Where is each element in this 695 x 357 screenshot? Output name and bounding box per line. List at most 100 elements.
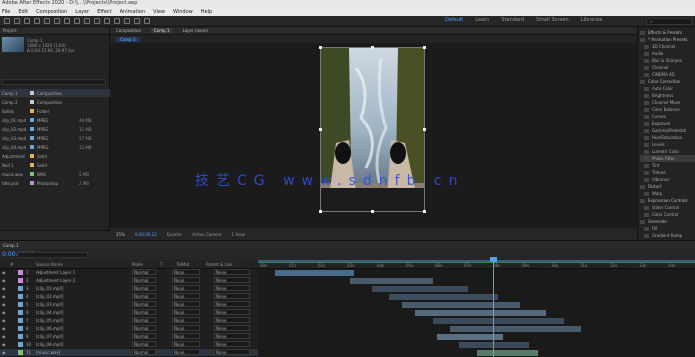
effect-category[interactable]: Color Correction	[640, 78, 695, 85]
effect-category[interactable]: Effects & Presets	[640, 29, 695, 36]
column-header[interactable]: Parent & Link	[206, 262, 233, 267]
layer-duration-bar[interactable]	[402, 302, 520, 308]
label-color-chip[interactable]	[18, 342, 23, 347]
label-color-chip[interactable]	[30, 109, 34, 113]
project-item[interactable]: Comp 2 Composition	[0, 98, 110, 106]
track-matte-dropdown[interactable]: None	[172, 333, 200, 339]
effect-item[interactable]: Curves	[640, 113, 695, 120]
pen-tool-icon[interactable]	[84, 18, 90, 24]
effect-item[interactable]: Levels	[640, 141, 695, 148]
magnification-dropdown[interactable]: 25%	[116, 232, 125, 237]
layer-row[interactable]: ◉ 6 [clip_04.mp4] Normal None None	[0, 309, 258, 317]
comp-breadcrumb-item[interactable]: Comp 1	[116, 36, 140, 42]
effect-item[interactable]: CINEMA 4D	[640, 71, 695, 78]
label-color-chip[interactable]	[30, 91, 34, 95]
parent-link-dropdown[interactable]: None	[214, 349, 250, 355]
workspace-libraries[interactable]: Libraries	[581, 17, 603, 23]
project-item[interactable]: Comp 1 Composition	[0, 89, 110, 97]
menu-item-file[interactable]: File	[2, 9, 10, 15]
label-color-chip[interactable]	[30, 172, 34, 176]
layer-row[interactable]: ◉ 8 [clip_06.mp4] Normal None None	[0, 325, 258, 333]
layer-row[interactable]: ◉ 2 Adjustment Layer 2 Normal None None	[0, 277, 258, 285]
effect-item[interactable]: Channel Mixer	[640, 99, 695, 106]
shape-tool-icon[interactable]	[74, 18, 80, 24]
transform-handle[interactable]	[319, 128, 322, 131]
layer-name[interactable]: [clip_05.mp4]	[36, 318, 126, 323]
project-item[interactable]: Adjustment Solid	[0, 152, 110, 160]
effect-item[interactable]: Blur & Sharpen	[640, 57, 695, 64]
layer-duration-bar[interactable]	[433, 318, 564, 324]
layer-duration-bar[interactable]	[477, 350, 538, 356]
layer-duration-bar[interactable]	[459, 342, 529, 348]
timeline-tab[interactable]: Comp 1	[0, 241, 695, 249]
layer-name[interactable]: [clip_03.mp4]	[36, 302, 126, 307]
transform-handle[interactable]	[423, 46, 426, 49]
column-header[interactable]: Source Name	[36, 262, 63, 267]
effect-item[interactable]: Fill	[640, 225, 695, 232]
layer-name[interactable]: [clip_08.mp4]	[36, 342, 126, 347]
label-color-chip[interactable]	[18, 334, 23, 339]
menu-item-edit[interactable]: Edit	[18, 9, 28, 15]
layer-name[interactable]: Adjustment Layer 1	[36, 270, 126, 275]
visibility-eye-icon[interactable]: ◉	[2, 350, 6, 355]
label-color-chip[interactable]	[18, 310, 23, 315]
label-color-chip[interactable]	[30, 100, 34, 104]
visibility-eye-icon[interactable]: ◉	[2, 334, 6, 339]
views-dropdown[interactable]: 1 View	[232, 232, 245, 237]
effect-item[interactable]: Warp	[640, 190, 695, 197]
camera-dropdown[interactable]: Active Camera	[192, 232, 221, 237]
transform-handle[interactable]	[423, 210, 426, 213]
layer-name[interactable]: [music.wav]	[36, 350, 126, 355]
label-color-chip[interactable]	[18, 318, 23, 323]
transform-handle[interactable]	[319, 46, 322, 49]
viewer-tab[interactable]: Layer (none)	[182, 28, 208, 33]
project-item[interactable]: Solids Folder	[0, 107, 110, 115]
effect-item[interactable]: Channel	[640, 64, 695, 71]
parent-link-dropdown[interactable]: None	[214, 269, 250, 275]
visibility-eye-icon[interactable]: ◉	[2, 278, 6, 283]
menu-item-window[interactable]: Window	[173, 9, 193, 15]
eraser-tool-icon[interactable]	[124, 18, 130, 24]
label-color-chip[interactable]	[30, 181, 34, 185]
blend-mode-dropdown[interactable]: Normal	[132, 277, 156, 283]
effect-item[interactable]: Audio	[640, 50, 695, 57]
clone-stamp-tool-icon[interactable]	[114, 18, 120, 24]
timeline-search-input[interactable]	[18, 252, 88, 258]
column-header[interactable]: TrkMat	[176, 262, 189, 267]
visibility-eye-icon[interactable]: ◉	[2, 326, 6, 331]
visibility-eye-icon[interactable]: ◉	[2, 310, 6, 315]
project-item[interactable]: clip_01.mp4 MPEG 48 MB	[0, 116, 110, 124]
effect-item[interactable]: Gradient Ramp	[640, 232, 695, 239]
effect-item[interactable]: Vibrance	[640, 176, 695, 183]
column-header[interactable]: #	[10, 262, 13, 267]
layer-row[interactable]: ◉ 10 [clip_08.mp4] Normal None None	[0, 341, 258, 349]
label-color-chip[interactable]	[18, 302, 23, 307]
layer-name[interactable]: [clip_06.mp4]	[36, 326, 126, 331]
track-matte-dropdown[interactable]: None	[172, 309, 200, 315]
visibility-eye-icon[interactable]: ◉	[2, 286, 6, 291]
transform-handle[interactable]	[423, 128, 426, 131]
layer-row[interactable]: ◉ 1 Adjustment Layer 1 Normal None None	[0, 269, 258, 277]
layer-duration-bar[interactable]	[275, 270, 354, 276]
menu-item-layer[interactable]: Layer	[75, 9, 89, 15]
track-matte-dropdown[interactable]: None	[172, 349, 200, 355]
parent-link-dropdown[interactable]: None	[214, 325, 250, 331]
effect-category[interactable]: Distort	[640, 183, 695, 190]
menu-item-view[interactable]: View	[153, 9, 165, 15]
layer-name[interactable]: Adjustment Layer 2	[36, 278, 126, 283]
parent-link-dropdown[interactable]: None	[214, 317, 250, 323]
layer-row[interactable]: ◉ 5 [clip_03.mp4] Normal None None	[0, 301, 258, 309]
brush-tool-icon[interactable]	[104, 18, 110, 24]
menu-item-help[interactable]: Help	[201, 9, 212, 15]
menu-item-effect[interactable]: Effect	[97, 9, 111, 15]
effect-item[interactable]: Brightness	[640, 92, 695, 99]
project-item[interactable]: clip_04.mp4 MPEG 12 MB	[0, 143, 110, 151]
effect-item[interactable]: Exposure	[640, 120, 695, 127]
label-color-chip[interactable]	[18, 326, 23, 331]
visibility-eye-icon[interactable]: ◉	[2, 302, 6, 307]
workspace-small-screen[interactable]: Small Screen	[536, 17, 569, 23]
parent-link-dropdown[interactable]: None	[214, 277, 250, 283]
blend-mode-dropdown[interactable]: Normal	[132, 309, 156, 315]
effect-item[interactable]: Color Control	[640, 211, 695, 218]
layer-duration-bar[interactable]	[450, 326, 581, 332]
